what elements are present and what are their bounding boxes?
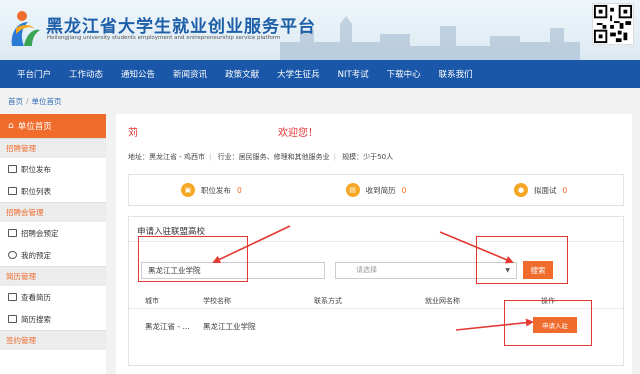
sidebar-group-resume[interactable]: 简历管理: [0, 266, 106, 286]
nav-item-news[interactable]: 新闻资讯: [164, 68, 216, 80]
sidebar-head-label: 单位首页: [17, 122, 52, 132]
stat-count: 0: [562, 185, 568, 195]
sidebar-item-job-list[interactable]: 职位列表: [0, 180, 106, 202]
nav-item-policies[interactable]: 政策文献: [216, 68, 268, 80]
home-icon: ⌂: [8, 121, 14, 131]
stat-label: 拟面试: [534, 185, 557, 195]
region-placeholder: 请选择: [356, 266, 377, 274]
stat-count: 0: [236, 185, 242, 195]
stat-label: 收到简历: [365, 185, 396, 195]
site-subtitle: Heilongjiang university students employm…: [47, 35, 281, 41]
sidebar-item-fair-booking[interactable]: 招聘会预定: [0, 222, 106, 244]
breadcrumb-current: 单位首页: [31, 97, 62, 106]
platform-logo-icon: [11, 11, 40, 46]
stats-bar: ▣ 职位发布 0 ▤ 收到简历 0 ● 拟面试 0: [128, 174, 624, 206]
nav-item-notices[interactable]: 通知公告: [112, 68, 164, 80]
annotation-box-apply: [504, 300, 592, 346]
sidebar-group-contracts[interactable]: 签约管理: [0, 330, 106, 350]
company-name: 苅: [128, 128, 138, 139]
sidebar-item-company-home[interactable]: ⌂ 单位首页: [0, 114, 106, 138]
sidebar: ⌂ 单位首页 招聘管理 职位发布 职位列表 招聘会管理 招聘会预定 我的预定 简…: [0, 114, 106, 374]
sidebar-item-my-bookings[interactable]: 我的预定: [0, 244, 106, 266]
nav-item-work-news[interactable]: 工作动态: [60, 68, 112, 80]
interview-icon: ●: [514, 183, 529, 197]
document-icon: [8, 165, 17, 173]
site-title: 黑龙江省大学生就业创业服务平台: [46, 17, 316, 37]
row-city: 黑龙江省 - ...: [145, 322, 190, 331]
search-icon: [8, 315, 17, 323]
company-address: 地址：黑龙江省 - 鸡西市: [128, 153, 205, 161]
city-skyline-decoration: [280, 16, 580, 60]
qr-code-icon: [592, 3, 634, 45]
sidebar-item-label: 我的预定: [21, 250, 51, 260]
eye-icon: [8, 293, 17, 301]
company-industry: 行业：居民服务、修理和其他服务业: [217, 153, 330, 161]
calendar-icon: [8, 229, 17, 237]
sidebar-item-post-job[interactable]: 职位发布: [0, 158, 106, 180]
redacted-name: [138, 127, 278, 139]
company-info: 地址：黑龙江省 - 鸡西市 | 行业：居民服务、修理和其他服务业 | 规模：少于50…: [128, 153, 394, 161]
annotation-box-search: [476, 236, 568, 284]
stat-count: 0: [401, 185, 407, 195]
sidebar-item-search-resumes[interactable]: 简历搜索: [0, 308, 106, 330]
main-nav: 平台门户 工作动态 通知公告 新闻资讯 政策文献 大学生征兵 NIT考试 下载中…: [0, 60, 640, 88]
briefcase-icon: ▣: [180, 183, 195, 197]
user-icon: [8, 251, 17, 259]
sidebar-group-recruitment[interactable]: 招聘管理: [0, 138, 106, 158]
breadcrumb: 首页 / 单位首页: [8, 97, 62, 106]
column-header-contact: 联系方式: [314, 297, 342, 305]
sidebar-item-label: 招聘会预定: [21, 228, 59, 238]
column-header-site: 就业网名称: [425, 297, 460, 305]
row-school: 黑龙江工业学院: [203, 322, 256, 331]
stat-jobs-posted[interactable]: ▣ 职位发布 0: [129, 175, 294, 205]
company-scale: 规模：少于50人: [342, 153, 394, 161]
sidebar-group-job-fair[interactable]: 招聘会管理: [0, 202, 106, 222]
welcome-message: 苅 欢迎您！: [128, 124, 318, 139]
annotation-box-input: [138, 236, 248, 282]
sidebar-item-label: 职位列表: [21, 186, 51, 196]
nav-item-recruitment[interactable]: 大学生征兵: [268, 68, 329, 80]
nav-item-portal[interactable]: 平台门户: [8, 68, 60, 80]
stat-interviews[interactable]: ● 拟面试 0: [458, 175, 623, 205]
nav-item-downloads[interactable]: 下载中心: [378, 68, 430, 80]
sidebar-item-view-resumes[interactable]: 查看简历: [0, 286, 106, 308]
nav-item-contact[interactable]: 联系我们: [430, 68, 482, 80]
column-header-city: 城市: [145, 297, 159, 305]
stat-label: 职位发布: [200, 185, 231, 195]
welcome-text: 欢迎您！: [278, 128, 318, 139]
breadcrumb-home[interactable]: 首页: [8, 97, 23, 106]
site-header: 黑龙江省大学生就业创业服务平台 Heilongjiang university …: [0, 0, 640, 60]
resume-icon: ▤: [345, 183, 360, 197]
stat-resumes-received[interactable]: ▤ 收到简历 0: [294, 175, 459, 205]
sidebar-item-label: 职位发布: [21, 164, 51, 174]
nav-item-nit-exam[interactable]: NIT考试: [329, 68, 378, 80]
sidebar-item-label: 简历搜索: [21, 314, 51, 324]
column-header-school: 学校名称: [203, 297, 231, 305]
list-icon: [8, 187, 17, 195]
sidebar-item-label: 查看简历: [21, 292, 51, 302]
